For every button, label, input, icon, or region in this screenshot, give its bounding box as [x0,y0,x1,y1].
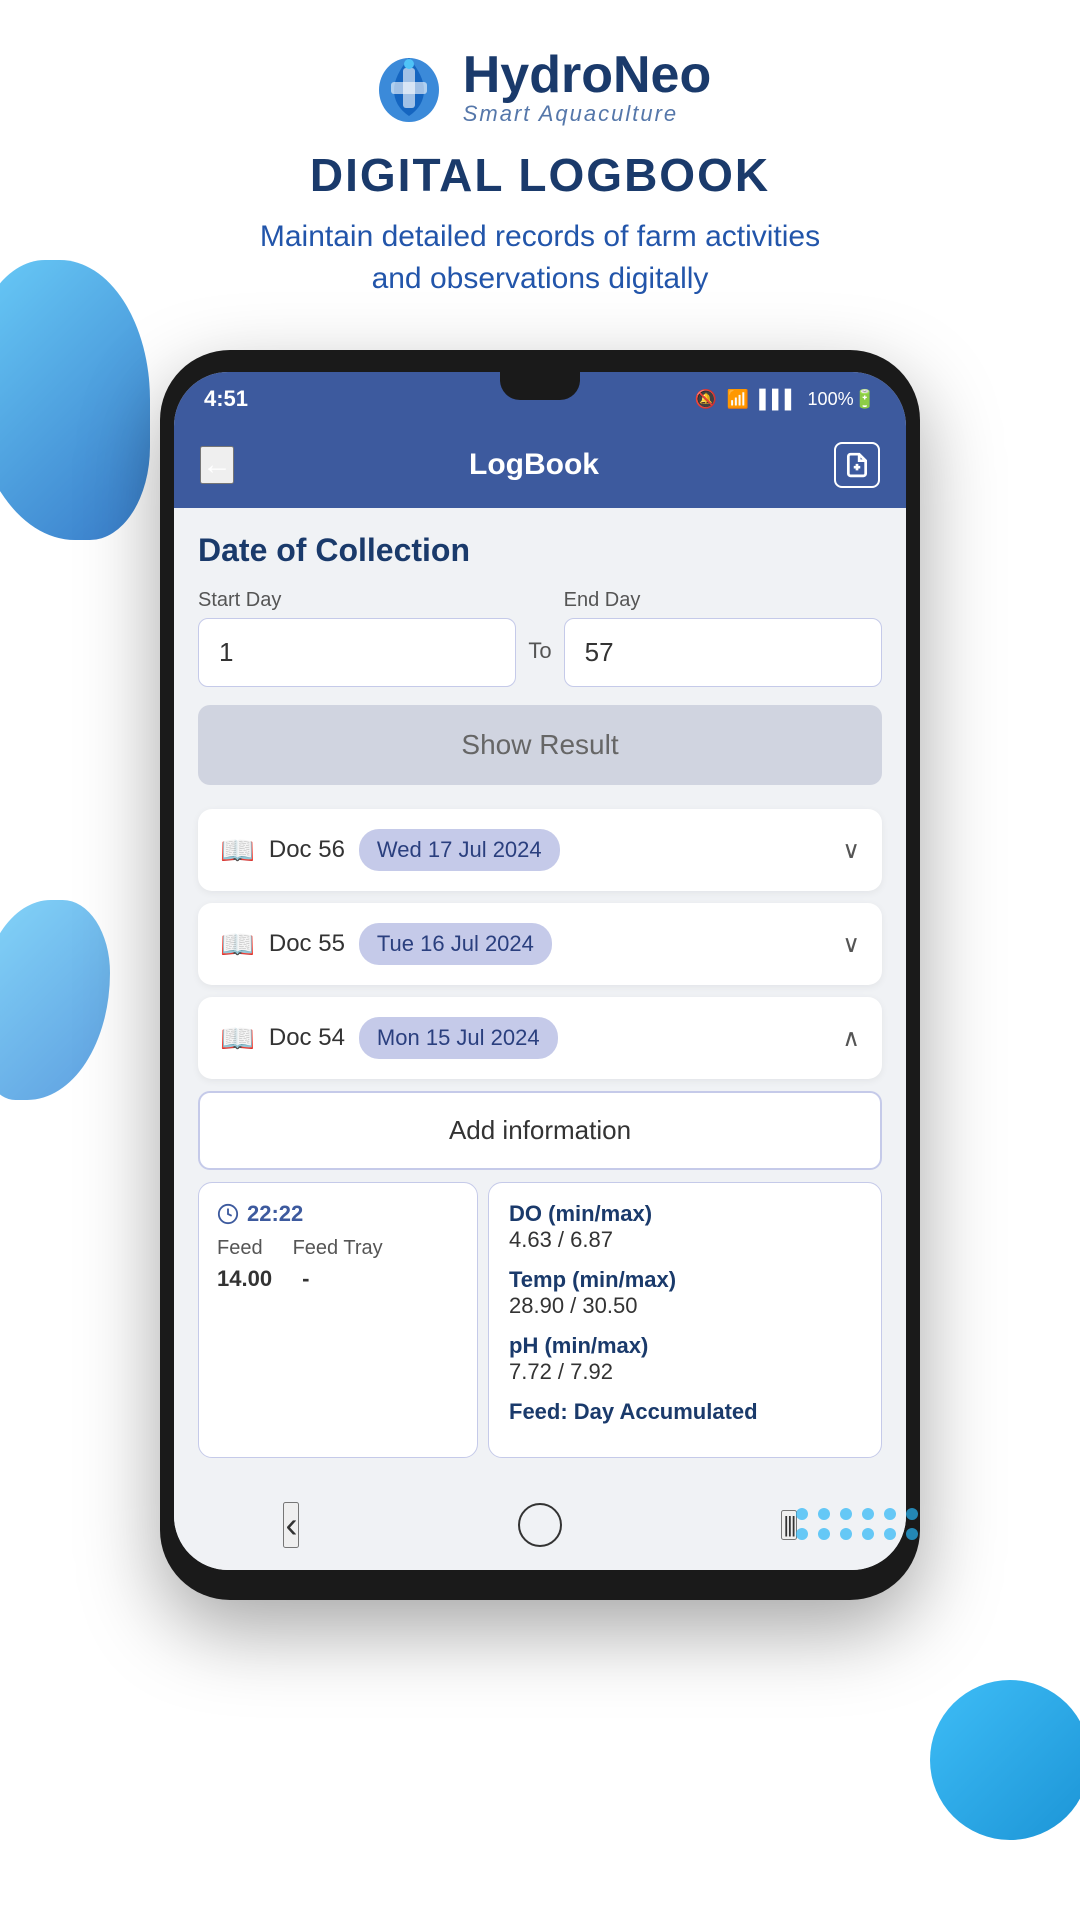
phone-wrapper: 4:51 🔕 📶 ▌▌▌ 100%🔋 ← LogBook [160,350,920,1600]
add-information-button[interactable]: Add information [198,1091,882,1170]
doc-date-badge: Wed 17 Jul 2024 [359,829,560,871]
chevron-down-icon: ∨ [842,836,860,865]
log-entry-left: 📖 Doc 54 Mon 15 Jul 2024 [220,1017,558,1059]
chevron-down-icon: ∨ [842,930,860,959]
ph-sensor-item: pH (min/max) 7.72 / 7.92 [509,1333,861,1385]
temp-label: Temp (min/max) [509,1267,861,1293]
dot-decoration [818,1508,830,1520]
log-entry-doc54-expanded: 📖 Doc 54 Mon 15 Jul 2024 ∧ [198,997,882,1079]
start-day-input[interactable] [198,618,516,687]
add-document-button[interactable] [834,442,880,488]
logbook-icon: 📖 [220,1022,255,1055]
status-time: 4:51 [204,386,248,412]
logo-tagline: Smart Aquaculture [463,101,712,127]
feed-card-time: 22:22 [217,1201,459,1227]
dot-decoration [862,1528,874,1540]
logo-icon [369,48,449,128]
date-range-row: Start Day To End Day [198,589,882,687]
dot-decoration [862,1508,874,1520]
do-value: 4.63 / 6.87 [509,1227,861,1253]
feed-card: 22:22 Feed Feed Tray 14.00 - [198,1182,478,1458]
section-title: Date of Collection [198,532,882,569]
dot-decoration [884,1508,896,1520]
back-button[interactable]: ← [200,446,234,484]
log-entry-left: 📖 Doc 56 Wed 17 Jul 2024 [220,829,560,871]
dot-decoration [884,1528,896,1540]
log-entry-header[interactable]: 📖 Doc 54 Mon 15 Jul 2024 ∧ [198,997,882,1079]
bg-blob-middle-left [0,900,110,1100]
status-icons: 🔕 📶 ▌▌▌ 100%🔋 [694,389,876,410]
screen-content: Date of Collection Start Day To End Day … [174,508,906,1484]
log-list: 📖 Doc 56 Wed 17 Jul 2024 ∨ 📖 Doc 55 Tue … [198,809,882,1079]
log-entry-doc55[interactable]: 📖 Doc 55 Tue 16 Jul 2024 ∨ [198,903,882,985]
phone-notch [500,372,580,400]
chevron-up-icon: ∧ [842,1024,860,1053]
sensor-card: DO (min/max) 4.63 / 6.87 Temp (min/max) … [488,1182,882,1458]
doc-date-badge: Tue 16 Jul 2024 [359,923,552,965]
dot-decoration [906,1508,918,1520]
feed-col2-value: - [302,1266,309,1292]
doc-date-badge: Mon 15 Jul 2024 [359,1017,558,1059]
do-sensor-item: DO (min/max) 4.63 / 6.87 [509,1201,861,1253]
feed-day-item: Feed: Day Accumulated [509,1399,861,1425]
dot-decoration [840,1508,852,1520]
temp-sensor-item: Temp (min/max) 28.90 / 30.50 [509,1267,861,1319]
feed-card-values: 14.00 - [217,1266,459,1292]
dot-decoration [796,1508,808,1520]
logbook-icon: 📖 [220,834,255,867]
app-bar-title: LogBook [469,448,599,482]
nav-back-button[interactable]: ‹ [283,1502,299,1548]
wifi-icon: 📶 [727,389,749,410]
to-label: To [528,638,551,664]
phone-frame: 4:51 🔕 📶 ▌▌▌ 100%🔋 ← LogBook [160,350,920,1600]
page-title: DIGITAL LOGBOOK [310,148,770,202]
ph-label: pH (min/max) [509,1333,861,1359]
ph-value: 7.72 / 7.92 [509,1359,861,1385]
doc-number: Doc 55 [269,930,345,958]
app-bar: ← LogBook [174,422,906,508]
signal-icon: ▌▌▌ [759,389,797,410]
feed-time-value: 22:22 [247,1201,303,1227]
feed-day-label: Feed: Day Accumulated [509,1399,861,1425]
bg-blob-bottom-right [930,1680,1080,1840]
feed-col2-header: Feed Tray [293,1237,383,1260]
temp-value: 28.90 / 30.50 [509,1293,861,1319]
show-result-button[interactable]: Show Result [198,705,882,785]
header-section: HydroNeo Smart Aquaculture DIGITAL LOGBO… [0,0,1080,330]
feed-col1-header: Feed [217,1237,263,1260]
start-day-group: Start Day [198,589,516,687]
feed-col1-value: 14.00 [217,1266,272,1292]
phone-screen: 4:51 🔕 📶 ▌▌▌ 100%🔋 ← LogBook [174,372,906,1570]
start-day-label: Start Day [198,589,516,612]
logo-name: HydroNeo [463,49,712,101]
end-day-input[interactable] [564,618,882,687]
mute-icon: 🔕 [694,389,716,410]
nav-home-button[interactable] [518,1503,562,1547]
logo-text: HydroNeo Smart Aquaculture [463,49,712,127]
log-entry-left: 📖 Doc 55 Tue 16 Jul 2024 [220,923,552,965]
logo-container: HydroNeo Smart Aquaculture [369,48,712,128]
feed-card-headers: Feed Feed Tray [217,1237,459,1260]
page-subtitle: Maintain detailed records of farm activi… [260,216,820,300]
doc-number: Doc 56 [269,836,345,864]
do-label: DO (min/max) [509,1201,861,1227]
data-row: 22:22 Feed Feed Tray 14.00 - [198,1182,882,1468]
end-day-group: End Day [564,589,882,687]
end-day-label: End Day [564,589,882,612]
dot-decoration [796,1528,808,1540]
dot-decoration [906,1528,918,1540]
dot-decoration [818,1528,830,1540]
battery-icon: 100%🔋 [808,389,876,410]
dot-decoration [840,1528,852,1540]
logbook-icon: 📖 [220,928,255,961]
doc-number: Doc 54 [269,1024,345,1052]
nav-recent-button[interactable]: ||| [781,1510,796,1540]
log-entry-doc56[interactable]: 📖 Doc 56 Wed 17 Jul 2024 ∨ [198,809,882,891]
